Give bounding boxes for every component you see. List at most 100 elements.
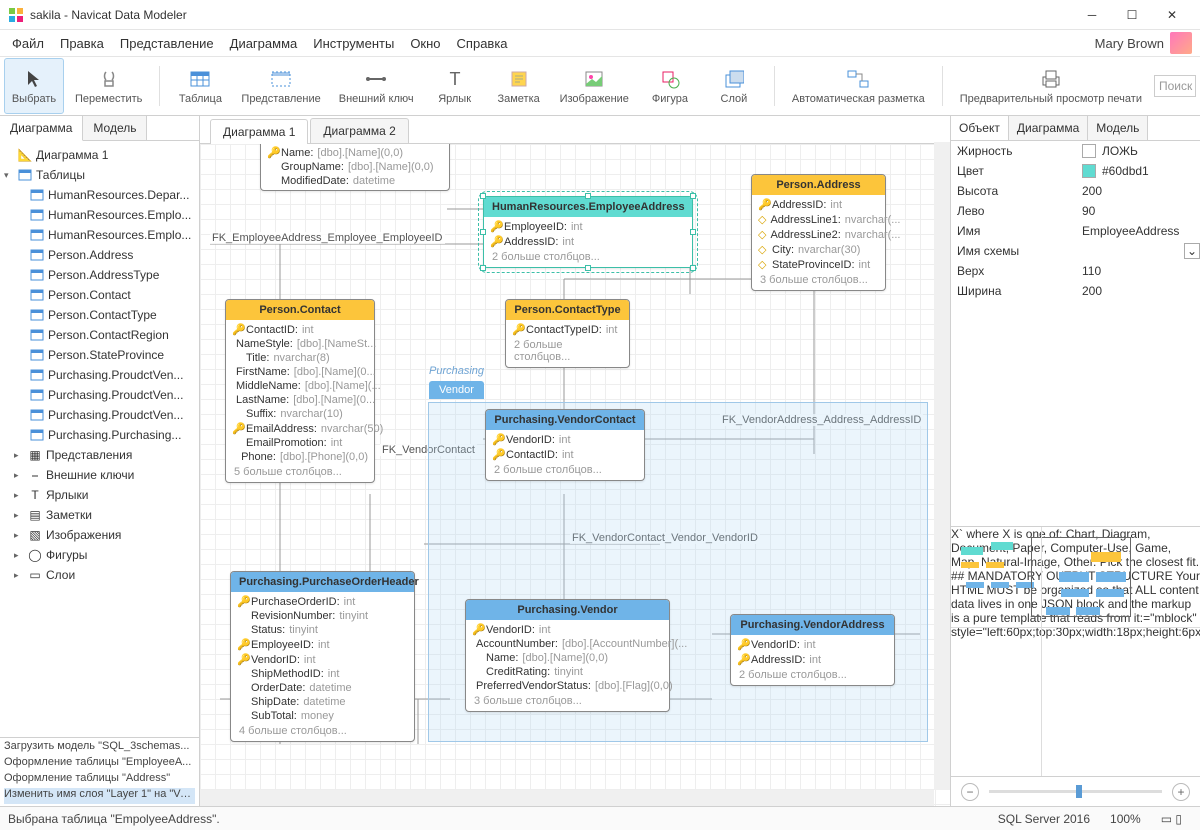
entity-purchase-order-header[interactable]: Purchasing.PurchaseOrderHeader🔑PurchaseO… <box>230 571 415 742</box>
view-mode-icons[interactable]: ▭ ▯ <box>1151 812 1192 826</box>
tree-item[interactable]: Purchasing.ProudctVen... <box>0 385 199 405</box>
tree-item[interactable]: HumanResources.Emplo... <box>0 205 199 225</box>
property-row[interactable]: Ширина200 <box>951 281 1200 301</box>
tree-item[interactable]: ▸◯Фигуры <box>0 545 199 565</box>
toolbar-note[interactable]: Заметка <box>489 58 549 114</box>
prop-value[interactable]: 110 <box>1076 264 1200 278</box>
entity-contact[interactable]: Person.Contact🔑ContactID: intNameStyle: … <box>225 299 375 483</box>
tree-item[interactable]: ▸▭Слои <box>0 565 199 585</box>
entity-contact-type[interactable]: Person.ContactType🔑ContactTypeID: int2 б… <box>505 299 630 368</box>
tree-item[interactable]: Purchasing.ProudctVen... <box>0 365 199 385</box>
minimize-button[interactable]: ─ <box>1072 1 1112 29</box>
tree-item[interactable]: ▸▧Изображения <box>0 525 199 545</box>
more-columns[interactable]: 2 больше столбцов... <box>731 667 894 683</box>
toolbar-shape[interactable]: Фигура <box>640 58 700 114</box>
entity-department[interactable]: 🔑Name: [dbo].[Name](0,0)GroupName: [dbo]… <box>260 144 450 191</box>
more-columns[interactable]: 2 больше столбцов... <box>506 337 629 365</box>
toolbar-label[interactable]: TЯрлык <box>425 58 485 114</box>
menu-edit[interactable]: Правка <box>52 33 112 54</box>
tree-item[interactable]: Purchasing.Purchasing... <box>0 425 199 445</box>
tree-item[interactable]: HumanResources.Depar... <box>0 185 199 205</box>
menu-file[interactable]: Файл <box>4 33 52 54</box>
maximize-button[interactable]: ☐ <box>1112 1 1152 29</box>
prop-value[interactable]: ⌄ <box>1076 243 1200 259</box>
tree-item[interactable]: ▸TЯрлыки <box>0 485 199 505</box>
toolbar-view[interactable]: Представление <box>234 58 327 114</box>
menu-tools[interactable]: Инструменты <box>305 33 402 54</box>
zoom-out-button[interactable]: − <box>961 783 979 801</box>
tree-item[interactable]: Person.ContactRegion <box>0 325 199 345</box>
canvas[interactable]: FK_EmployeeAddress_Employee_EmployeeID F… <box>200 144 950 806</box>
tree-item[interactable]: 📐Диаграмма 1 <box>0 145 199 165</box>
more-columns[interactable]: 4 больше столбцов... <box>231 723 414 739</box>
property-row[interactable]: Лево90 <box>951 201 1200 221</box>
log-entry[interactable]: Изменить имя слоя "Layer 1" на "Ve... <box>4 788 195 804</box>
entity-employee-address[interactable]: HumanResources.EmployeeAddress🔑EmployeeI… <box>483 196 693 268</box>
toolbar-image[interactable]: Изображение <box>553 58 636 114</box>
prop-value[interactable]: EmployeeAddress <box>1076 224 1200 238</box>
chevron-down-icon[interactable]: ⌄ <box>1184 243 1200 259</box>
property-row[interactable]: ИмяEmployeeAddress <box>951 221 1200 241</box>
toolbar-table[interactable]: Таблица <box>170 58 230 114</box>
checkbox-icon[interactable] <box>1082 144 1096 158</box>
layer-tab[interactable]: Vendor <box>429 381 484 399</box>
tree-item[interactable]: Person.AddressType <box>0 265 199 285</box>
tree-item[interactable]: ▾Таблицы <box>0 165 199 185</box>
property-grid[interactable]: ЖирностьЛОЖЬЦвет#60dbd1Высота200Лево90Им… <box>951 141 1200 301</box>
close-button[interactable]: ✕ <box>1152 1 1192 29</box>
menu-diagram[interactable]: Диаграмма <box>222 33 306 54</box>
toolbar-printpreview[interactable]: Предварительный просмотр печати <box>953 58 1149 114</box>
object-tree[interactable]: 📐Диаграмма 1▾ТаблицыHumanResources.Depar… <box>0 141 199 737</box>
tab-diagram-1[interactable]: Диаграмма 1 <box>210 119 308 144</box>
scrollbar-horizontal[interactable] <box>200 790 934 806</box>
prop-value[interactable]: ЛОЖЬ <box>1076 144 1200 158</box>
property-row[interactable]: Имя схемы⌄ <box>951 241 1200 261</box>
prop-value[interactable]: 200 <box>1076 184 1200 198</box>
property-row[interactable]: Верх110 <box>951 261 1200 281</box>
tab-diagram[interactable]: Диаграмма <box>0 116 83 141</box>
toolbar-layer[interactable]: Слой <box>704 58 764 114</box>
user-display[interactable]: Mary Brown <box>1095 32 1196 54</box>
entity-vendor[interactable]: Purchasing.Vendor🔑VendorID: intAccountNu… <box>465 599 670 712</box>
tab-diagram-props[interactable]: Диаграмма <box>1009 116 1088 140</box>
tree-item[interactable]: ▸▦Представления <box>0 445 199 465</box>
tree-item[interactable]: Person.StateProvince <box>0 345 199 365</box>
more-columns[interactable]: 5 больше столбцов... <box>226 464 374 480</box>
property-row[interactable]: Цвет#60dbd1 <box>951 161 1200 181</box>
zoom-in-button[interactable]: + <box>1172 783 1190 801</box>
tree-item[interactable]: HumanResources.Emplo... <box>0 225 199 245</box>
tab-model[interactable]: Модель <box>83 116 147 140</box>
toolbar-fk[interactable]: Внешний ключ <box>332 58 421 114</box>
prop-value[interactable]: #60dbd1 <box>1076 164 1200 178</box>
tree-item[interactable]: Person.Address <box>0 245 199 265</box>
toolbar-autolayout[interactable]: Автоматическая разметка <box>785 58 932 114</box>
entity-vendor-address[interactable]: Purchasing.VendorAddress🔑VendorID: int🔑A… <box>730 614 895 686</box>
entity-vendor-contact[interactable]: Purchasing.VendorContact🔑VendorID: int🔑C… <box>485 409 645 481</box>
prop-value[interactable]: 90 <box>1076 204 1200 218</box>
menu-view[interactable]: Представление <box>112 33 222 54</box>
search-input[interactable]: Поиск <box>1154 75 1196 97</box>
more-columns[interactable]: 3 больше столбцов... <box>466 693 669 709</box>
property-row[interactable]: ЖирностьЛОЖЬ <box>951 141 1200 161</box>
more-columns[interactable]: 2 больше столбцов... <box>486 462 644 478</box>
menu-help[interactable]: Справка <box>449 33 516 54</box>
tree-item[interactable]: Person.Contact <box>0 285 199 305</box>
tree-item[interactable]: Person.ContactType <box>0 305 199 325</box>
more-columns[interactable]: 2 больше столбцов... <box>484 249 692 265</box>
tree-item[interactable]: ▸⎯Внешние ключи <box>0 465 199 485</box>
scrollbar-vertical[interactable] <box>934 142 950 790</box>
entity-address[interactable]: Person.Address🔑AddressID: int◇AddressLin… <box>751 174 886 291</box>
minimap[interactable]: X` where X is one of: Chart, Diagram, Do… <box>951 526 1200 776</box>
property-row[interactable]: Высота200 <box>951 181 1200 201</box>
zoom-slider[interactable] <box>989 790 1162 793</box>
toolbar-select[interactable]: Выбрать <box>4 58 64 114</box>
more-columns[interactable]: 3 больше столбцов... <box>752 272 885 288</box>
toolbar-move[interactable]: Переместить <box>68 58 149 114</box>
tab-model-props[interactable]: Модель <box>1088 116 1148 140</box>
tree-item[interactable]: ▸▤Заметки <box>0 505 199 525</box>
menu-window[interactable]: Окно <box>402 33 448 54</box>
tree-item[interactable]: Purchasing.ProudctVen... <box>0 405 199 425</box>
color-swatch-icon[interactable] <box>1082 164 1096 178</box>
prop-value[interactable]: 200 <box>1076 284 1200 298</box>
tab-object[interactable]: Объект <box>951 116 1009 140</box>
